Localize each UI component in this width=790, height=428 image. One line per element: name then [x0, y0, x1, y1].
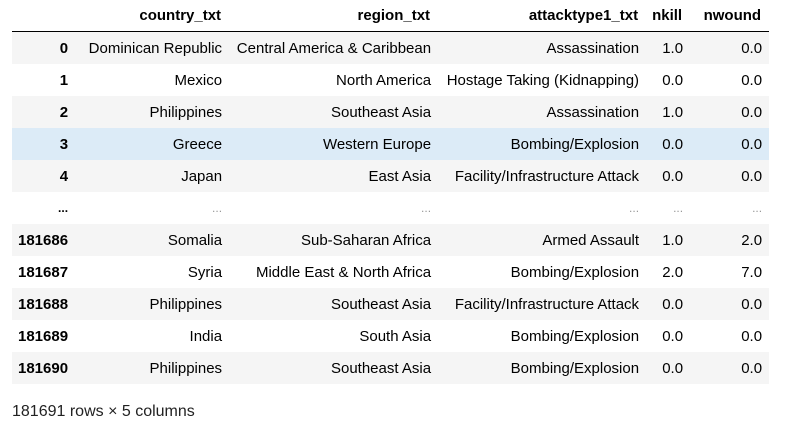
column-header-country: country_txt [81, 0, 230, 32]
cell-nwound: 0.0 [741, 135, 763, 153]
cell-nwound: 0.0 [741, 327, 763, 345]
cell-attacktype: Facility/Infrastructure Attack [454, 295, 640, 313]
cell-attacktype: Assassination [546, 103, 640, 121]
row-index: 181688 [18, 295, 69, 313]
cell-nkill: 0.0 [662, 71, 684, 89]
table-row: 1 Mexico North America Hostage Taking (K… [12, 64, 770, 96]
cell-region: South Asia [359, 327, 432, 345]
cell-nkill: 1.0 [662, 231, 684, 249]
cell-nwound: 7.0 [741, 263, 763, 281]
cell-country: Japan [181, 167, 223, 185]
table-header: country_txt region_txt attacktype1_txt n… [12, 0, 770, 32]
cell-region: Western Europe [322, 135, 432, 153]
cell-ellipsis: ... [629, 201, 640, 215]
table-row-highlighted: 3 Greece Western Europe Bombing/Explosio… [12, 128, 770, 160]
table-row: 4 Japan East Asia Facility/Infrastructur… [12, 160, 770, 192]
row-index: 181690 [18, 359, 69, 377]
table-row: 0 Dominican Republic Central America & C… [12, 31, 770, 64]
row-index-ellipsis: ... [58, 201, 69, 215]
column-header-attacktype: attacktype1_txt [438, 0, 647, 32]
index-header [12, 0, 82, 32]
row-index: 181687 [18, 263, 69, 281]
cell-attacktype: Facility/Infrastructure Attack [454, 167, 640, 185]
cell-nkill: 0.0 [662, 327, 684, 345]
row-index: 181686 [18, 231, 69, 249]
table-row: 2 Philippines Southeast Asia Assassinati… [12, 96, 770, 128]
cell-attacktype: Bombing/Explosion [510, 359, 640, 377]
cell-attacktype: Bombing/Explosion [510, 327, 640, 345]
cell-ellipsis: ... [673, 201, 684, 215]
cell-nkill: 2.0 [662, 263, 684, 281]
dataframe-table: country_txt region_txt attacktype1_txt n… [12, 0, 770, 384]
table-row: 181690 Philippines Southeast Asia Bombin… [12, 352, 770, 384]
cell-nkill: 0.0 [662, 359, 684, 377]
column-header-nkill: nkill [646, 0, 691, 32]
cell-region: Middle East & North Africa [255, 263, 432, 281]
cell-nkill: 1.0 [662, 103, 684, 121]
cell-nkill: 0.0 [662, 167, 684, 185]
cell-country: Philippines [149, 103, 223, 121]
cell-nkill: 1.0 [662, 39, 684, 57]
row-index: 181689 [18, 327, 69, 345]
table-row: 181688 Philippines Southeast Asia Facili… [12, 288, 770, 320]
cell-region: East Asia [368, 167, 432, 185]
table-row: 181686 Somalia Sub-Saharan Africa Armed … [12, 224, 770, 256]
column-header-nwound: nwound [690, 0, 770, 32]
table-row: 181687 Syria Middle East & North Africa … [12, 256, 770, 288]
cell-country: India [189, 327, 223, 345]
cell-ellipsis: ... [421, 201, 432, 215]
cell-country: Philippines [149, 295, 223, 313]
row-index: 3 [59, 135, 69, 153]
dataframe-output: country_txt region_txt attacktype1_txt n… [12, 0, 772, 384]
cell-nwound: 0.0 [741, 359, 763, 377]
cell-nwound: 0.0 [741, 295, 763, 313]
cell-attacktype: Bombing/Explosion [510, 263, 640, 281]
cell-attacktype: Hostage Taking (Kidnapping) [446, 71, 640, 89]
row-index: 1 [59, 71, 69, 89]
cell-ellipsis: ... [212, 201, 223, 215]
cell-attacktype: Bombing/Explosion [510, 135, 640, 153]
cell-country: Philippines [149, 359, 223, 377]
cell-region: Southeast Asia [330, 295, 432, 313]
row-index: 2 [59, 103, 69, 121]
cell-nkill: 0.0 [662, 135, 684, 153]
cell-region: Sub-Saharan Africa [300, 231, 432, 249]
cell-region: Central America & Caribbean [236, 39, 432, 57]
cell-nwound: 0.0 [741, 167, 763, 185]
cell-nwound: 0.0 [741, 39, 763, 57]
table-row-ellipsis: ... ... ... ... ... ... [12, 192, 770, 224]
cell-country: Greece [172, 135, 223, 153]
cell-ellipsis: ... [752, 201, 763, 215]
cell-region: North America [336, 71, 432, 89]
row-index: 4 [59, 167, 69, 185]
header-row: country_txt region_txt attacktype1_txt n… [12, 0, 770, 32]
row-index: 0 [59, 39, 69, 57]
cell-nwound: 2.0 [741, 231, 763, 249]
cell-country: Mexico [174, 71, 223, 89]
cell-nkill: 0.0 [662, 295, 684, 313]
cell-region: Southeast Asia [330, 359, 432, 377]
cell-region: Southeast Asia [330, 103, 432, 121]
cell-nwound: 0.0 [741, 71, 763, 89]
column-header-region: region_txt [229, 0, 439, 32]
dataframe-shape-summary: 181691 rows × 5 columns [12, 403, 195, 420]
cell-country: Syria [187, 263, 223, 281]
cell-nwound: 0.0 [741, 103, 763, 121]
table-body: 0 Dominican Republic Central America & C… [12, 31, 770, 384]
cell-country: Dominican Republic [88, 39, 223, 57]
cell-country: Somalia [167, 231, 223, 249]
cell-attacktype: Assassination [546, 39, 640, 57]
table-row: 181689 India South Asia Bombing/Explosio… [12, 320, 770, 352]
cell-attacktype: Armed Assault [542, 231, 640, 249]
